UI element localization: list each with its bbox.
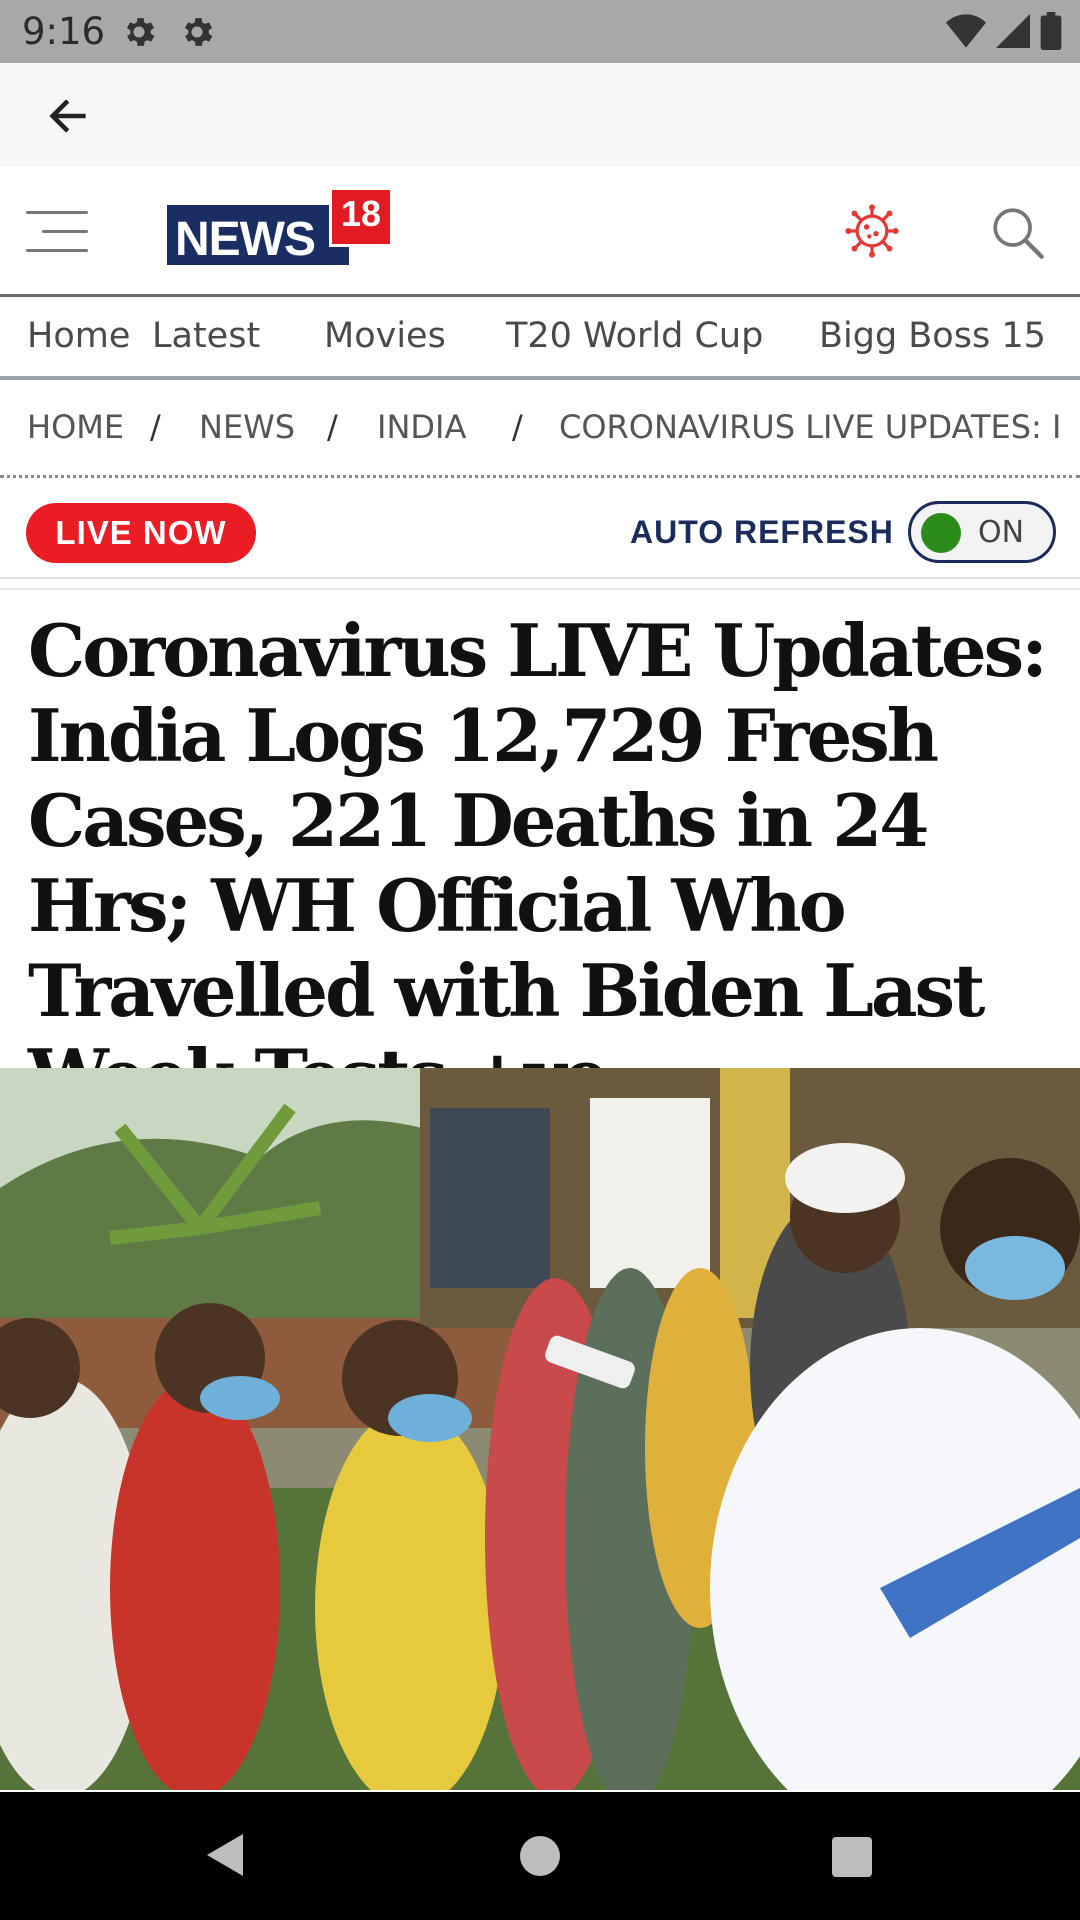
breadcrumb-separator: / xyxy=(150,408,161,446)
search-icon[interactable] xyxy=(988,203,1046,261)
gear-icon xyxy=(126,18,155,46)
wifi-icon xyxy=(946,14,986,48)
toggle-knob xyxy=(921,513,961,553)
back-button[interactable] xyxy=(40,88,96,144)
nav-item-home[interactable]: Home xyxy=(27,316,130,356)
app-bar xyxy=(0,63,1080,167)
live-bar: LIVE NOW AUTO REFRESH ON xyxy=(0,481,1080,579)
article-hero-image[interactable] xyxy=(0,1068,1080,1790)
breadcrumb-home[interactable]: HOME xyxy=(27,408,124,446)
logo-number: 18 xyxy=(341,193,382,234)
auto-refresh-label: AUTO REFRESH xyxy=(630,514,894,550)
status-bar: 9:16 xyxy=(0,0,1080,63)
logo-text: NEWS xyxy=(175,213,316,266)
category-nav: Home Latest Movies T20 World Cup Bigg Bo… xyxy=(0,300,1080,380)
system-home-icon[interactable] xyxy=(520,1836,560,1876)
auto-refresh-toggle[interactable]: ON xyxy=(908,501,1056,563)
battery-icon xyxy=(1040,12,1062,50)
toggle-state-label: ON xyxy=(978,515,1025,550)
nav-item-bigg-boss[interactable]: Bigg Boss 15 xyxy=(819,316,1046,356)
gear-icon xyxy=(184,18,213,46)
site-header: NEWS 18 xyxy=(0,167,1080,297)
back-arrow-icon xyxy=(49,99,86,133)
breadcrumb-news[interactable]: NEWS xyxy=(199,408,295,446)
status-icons xyxy=(946,12,1062,50)
article-headline: Coronavirus LIVE Updates: India Logs 12,… xyxy=(28,608,1048,1118)
system-back-icon[interactable] xyxy=(205,1832,245,1878)
nav-item-movies[interactable]: Movies xyxy=(324,316,446,356)
coronavirus-icon[interactable] xyxy=(845,204,899,258)
divider xyxy=(0,588,1080,590)
breadcrumb-separator: / xyxy=(327,408,338,446)
hero-photo xyxy=(0,1068,1080,1790)
live-now-badge: LIVE NOW xyxy=(26,503,256,563)
system-recents-icon[interactable] xyxy=(832,1837,872,1877)
hamburger-icon[interactable] xyxy=(26,211,88,255)
logo-badge: 18 xyxy=(329,187,393,247)
breadcrumb-separator: / xyxy=(512,408,523,446)
signal-icon xyxy=(996,14,1030,48)
nav-item-t20-world-cup[interactable]: T20 World Cup xyxy=(506,316,763,356)
status-time: 9:16 xyxy=(22,10,106,53)
breadcrumb-current: CORONAVIRUS LIVE UPDATES: I xyxy=(559,408,1062,446)
breadcrumb: HOME / NEWS / INDIA / CORONAVIRUS LIVE U… xyxy=(0,384,1080,478)
system-nav-bar xyxy=(0,1792,1080,1920)
news18-logo[interactable]: NEWS 18 xyxy=(167,187,393,267)
nav-item-latest[interactable]: Latest xyxy=(152,316,260,356)
breadcrumb-india[interactable]: INDIA xyxy=(377,408,466,446)
